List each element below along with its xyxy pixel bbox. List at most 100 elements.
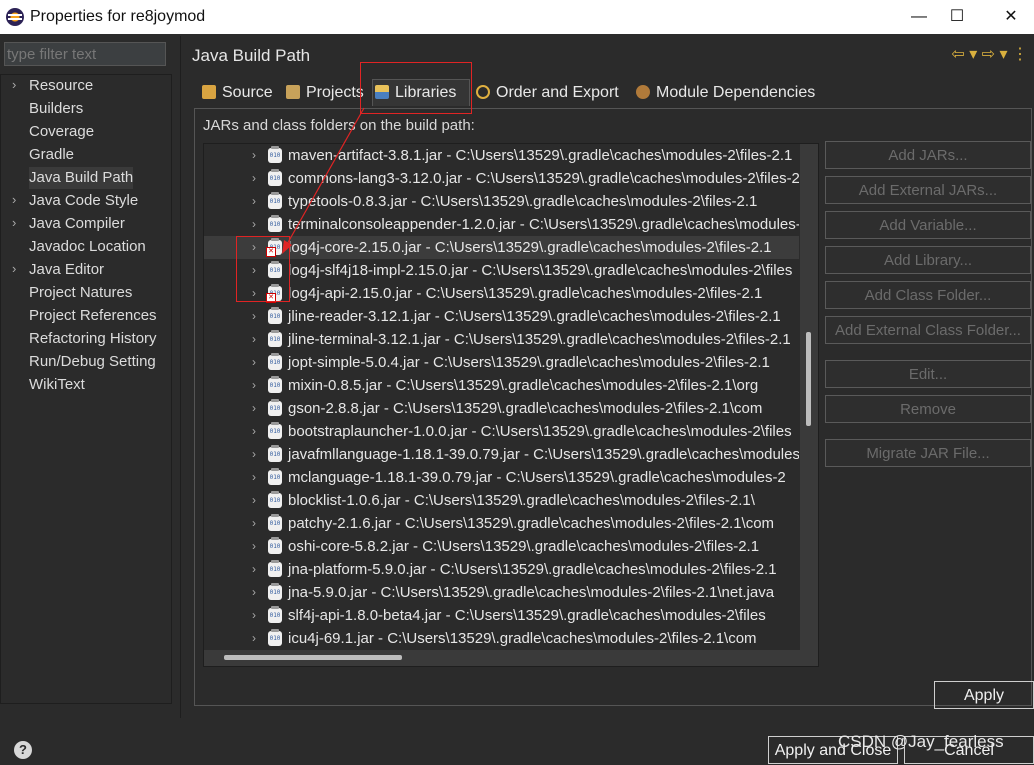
tab-order-export[interactable]: Order and Export bbox=[474, 80, 619, 106]
projects-icon bbox=[286, 85, 300, 99]
library-row[interactable]: › bootstraplauncher-1.0.0.jar - C:\Users\… bbox=[204, 420, 799, 443]
add-variable-button[interactable]: Add Variable... bbox=[825, 211, 1031, 239]
sidebar-item[interactable]: Java Build Path bbox=[29, 167, 134, 189]
expand-chevron-icon[interactable]: › bbox=[252, 443, 256, 466]
expand-chevron-icon[interactable]: › bbox=[252, 512, 256, 535]
library-row[interactable]: › oshi-core-5.8.2.jar - C:\Users\13529\.g… bbox=[204, 535, 799, 558]
library-row[interactable]: › mixin-0.8.5.jar - C:\Users\13529\.gradl… bbox=[204, 374, 799, 397]
add-external-class-folder-button[interactable]: Add External Class Folder... bbox=[825, 316, 1031, 344]
library-row[interactable]: › mclanguage-1.18.1-39.0.79.jar - C:\User… bbox=[204, 466, 799, 489]
tab-label: Source bbox=[222, 84, 273, 101]
sidebar-item[interactable]: WikiText bbox=[29, 374, 85, 396]
sidebar-item[interactable]: Java Compiler bbox=[29, 213, 125, 235]
library-row[interactable]: › jopt-simple-5.0.4.jar - C:\Users\13529\… bbox=[204, 351, 799, 374]
scrollbar-thumb[interactable] bbox=[224, 655, 402, 660]
jar-icon bbox=[268, 330, 282, 347]
expand-chevron-icon[interactable]: › bbox=[252, 489, 256, 512]
expand-chevron-icon[interactable]: › bbox=[252, 351, 256, 374]
jar-icon bbox=[268, 583, 282, 600]
sidebar-item[interactable]: Java Code Style bbox=[29, 190, 138, 212]
tab-source[interactable]: Source bbox=[200, 80, 273, 106]
jar-icon bbox=[268, 353, 282, 370]
sidebar-item[interactable]: Gradle bbox=[29, 144, 74, 166]
expand-chevron-icon[interactable]: › bbox=[252, 604, 256, 627]
library-row[interactable]: › jna-5.9.0.jar - C:\Users\13529\.gradle\… bbox=[204, 581, 799, 604]
expand-chevron-icon[interactable]: › bbox=[12, 77, 16, 92]
library-row[interactable]: › jna-platform-5.9.0.jar - C:\Users\13529… bbox=[204, 558, 799, 581]
library-row[interactable]: › patchy-2.1.6.jar - C:\Users\13529\.grad… bbox=[204, 512, 799, 535]
expand-chevron-icon[interactable]: › bbox=[252, 420, 256, 443]
main-area: Java Build Path ⇦ ▾ ⇨ ▾ ⋮ Source Project… bbox=[182, 36, 1034, 718]
add-jars-button[interactable]: Add JARs... bbox=[825, 141, 1031, 169]
expand-chevron-icon[interactable]: › bbox=[252, 558, 256, 581]
jar-icon bbox=[268, 399, 282, 416]
sidebar-item[interactable]: Resource bbox=[29, 75, 93, 97]
window-title: Properties for re8joymod bbox=[30, 8, 206, 25]
library-row[interactable]: › gson-2.8.8.jar - C:\Users\13529\.gradle… bbox=[204, 397, 799, 420]
apply-button[interactable]: Apply bbox=[934, 681, 1034, 709]
expand-chevron-icon[interactable]: › bbox=[252, 581, 256, 604]
sidebar-item[interactable]: Java Editor bbox=[29, 259, 104, 281]
maximize-button[interactable]: ☐ bbox=[934, 0, 980, 34]
expand-chevron-icon[interactable]: › bbox=[252, 535, 256, 558]
horizontal-scrollbar[interactable] bbox=[204, 650, 800, 666]
edit-button[interactable]: Edit... bbox=[825, 360, 1031, 388]
sidebar-item[interactable]: Builders bbox=[29, 98, 83, 120]
library-row[interactable]: ›log4j-slf4j18-impl-2.15.0.jar - C:\User… bbox=[204, 259, 799, 282]
library-row[interactable]: › slf4j-api-1.8.0-beta4.jar - C:\Users\13… bbox=[204, 604, 799, 627]
module-icon bbox=[636, 85, 650, 99]
library-row[interactable]: › javafmllanguage-1.18.1-39.0.79.jar - C:… bbox=[204, 443, 799, 466]
expand-chevron-icon[interactable]: › bbox=[12, 192, 16, 207]
library-row[interactable]: › blocklist-1.0.6.jar - C:\Users\13529\.g… bbox=[204, 489, 799, 512]
annotation-box-libraries bbox=[360, 62, 472, 114]
add-class-folder-button[interactable]: Add Class Folder... bbox=[825, 281, 1031, 309]
vertical-scrollbar[interactable] bbox=[800, 144, 818, 666]
navigation-arrows[interactable]: ⇦ ▾ ⇨ ▾ ⋮ bbox=[951, 44, 1028, 64]
tab-projects[interactable]: Projects bbox=[284, 80, 364, 106]
close-button[interactable]: ✕ bbox=[988, 0, 1034, 34]
remove-button[interactable]: Remove bbox=[825, 395, 1031, 423]
filter-input[interactable]: type filter text bbox=[4, 42, 166, 66]
expand-chevron-icon[interactable]: › bbox=[252, 627, 256, 650]
library-row[interactable]: › jline-terminal-3.12.1.jar - C:\Users\13… bbox=[204, 328, 799, 351]
expand-chevron-icon[interactable]: › bbox=[252, 466, 256, 489]
watermark: CSDN @Jay_fearless bbox=[838, 732, 1004, 751]
expand-chevron-icon[interactable]: › bbox=[252, 213, 256, 236]
library-path: mclanguage-1.18.1-39.0.79.jar - C:\Users… bbox=[288, 469, 786, 486]
jar-icon bbox=[268, 629, 282, 646]
title-bar: Properties for re8joymod — ☐ ✕ bbox=[0, 0, 1034, 34]
expand-chevron-icon[interactable]: › bbox=[252, 144, 256, 167]
sidebar-item[interactable]: Project References bbox=[29, 305, 157, 327]
add-external-jars-button[interactable]: Add External JARs... bbox=[825, 176, 1031, 204]
library-row[interactable]: ›✕log4j-api-2.15.0.jar - C:\Users\13529\… bbox=[204, 282, 799, 305]
library-row[interactable]: › icu4j-69.1.jar - C:\Users\13529\.gradle… bbox=[204, 627, 799, 650]
expand-chevron-icon[interactable]: › bbox=[252, 167, 256, 190]
library-path: oshi-core-5.8.2.jar - C:\Users\13529\.gr… bbox=[288, 538, 760, 555]
library-row[interactable]: › jline-reader-3.12.1.jar - C:\Users\1352… bbox=[204, 305, 799, 328]
expand-chevron-icon[interactable]: › bbox=[12, 261, 16, 276]
expand-chevron-icon[interactable]: › bbox=[252, 305, 256, 328]
library-path: slf4j-api-1.8.0-beta4.jar - C:\Users\135… bbox=[288, 607, 766, 624]
scrollbar-thumb[interactable] bbox=[806, 332, 811, 426]
sidebar-item[interactable]: Project Natures bbox=[29, 282, 132, 304]
sidebar-item[interactable]: Coverage bbox=[29, 121, 94, 143]
jar-icon bbox=[268, 422, 282, 439]
expand-chevron-icon[interactable]: › bbox=[252, 190, 256, 213]
expand-chevron-icon[interactable]: › bbox=[12, 215, 16, 230]
migrate-jar-button[interactable]: Migrate JAR File... bbox=[825, 439, 1031, 467]
sidebar-item[interactable]: Refactoring History bbox=[29, 328, 157, 350]
sidebar-item[interactable]: Javadoc Location bbox=[29, 236, 146, 258]
library-path: mixin-0.8.5.jar - C:\Users\13529\.gradle… bbox=[288, 377, 759, 394]
tab-module-dependencies[interactable]: Module Dependencies bbox=[634, 80, 815, 106]
sidebar-item[interactable]: Run/Debug Setting bbox=[29, 351, 156, 373]
jar-icon bbox=[268, 560, 282, 577]
tab-label: Projects bbox=[306, 84, 364, 101]
library-path: gson-2.8.8.jar - C:\Users\13529\.gradle\… bbox=[288, 400, 763, 417]
expand-chevron-icon[interactable]: › bbox=[252, 328, 256, 351]
add-library-button[interactable]: Add Library... bbox=[825, 246, 1031, 274]
expand-chevron-icon[interactable]: › bbox=[252, 374, 256, 397]
property-tree: › Resource Builders Coverage Gradle Java Buil… bbox=[0, 74, 172, 704]
expand-chevron-icon[interactable]: › bbox=[252, 397, 256, 420]
help-icon[interactable]: ? bbox=[14, 741, 32, 759]
library-path: bootstraplauncher-1.0.0.jar - C:\Users\1… bbox=[288, 423, 792, 440]
